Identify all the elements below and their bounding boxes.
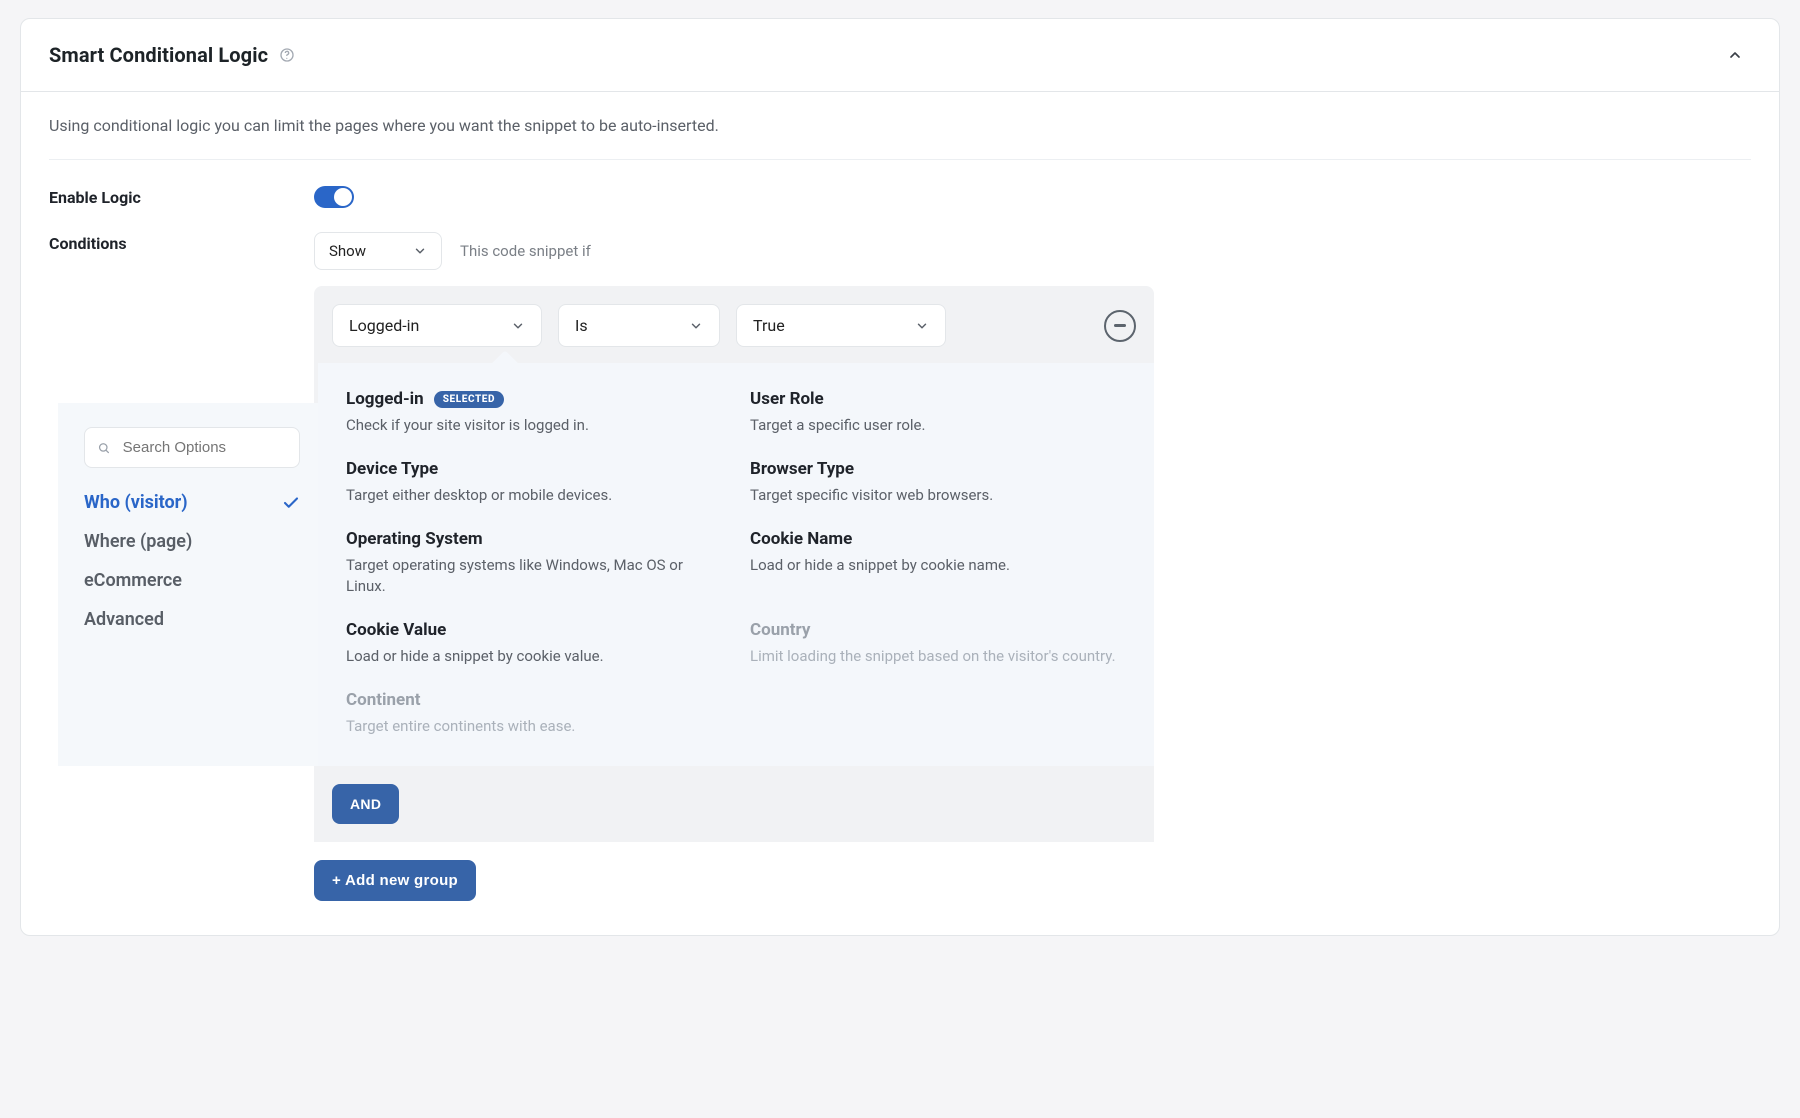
search-input[interactable] [121,438,287,457]
sidebar-tab-label: Where (page) [84,531,192,552]
collapse-button[interactable] [1719,39,1751,71]
add-group-button[interactable]: + Add new group [314,860,476,901]
option-user-role[interactable]: User Role Target a specific user role. [750,389,1126,437]
smart-conditional-logic-card: Smart Conditional Logic Using conditiona… [20,18,1780,936]
field-select[interactable]: Logged-in [332,304,542,347]
sidebar-tab-label: Who (visitor) [84,492,188,513]
search-input-wrap[interactable] [84,427,300,468]
selected-badge: SELECTED [434,391,504,408]
sidebar-tab-ecommerce[interactable]: eCommerce [84,570,300,591]
card-header: Smart Conditional Logic [21,19,1779,92]
option-title: Browser Type [750,459,854,479]
sidebar-tab-who[interactable]: Who (visitor) [84,492,300,513]
operator-select[interactable]: Is [558,304,720,347]
option-cookie-name[interactable]: Cookie Name Load or hide a snippet by coo… [750,529,1126,599]
condition-group: Logged-in Is True [314,286,1154,842]
conditions-sentence: This code snippet if [460,242,591,260]
mode-select[interactable]: Show [314,232,442,270]
chevron-down-icon [413,244,427,258]
option-continent: Continent Target entire continents with e… [346,690,722,738]
option-cookie-value[interactable]: Cookie Value Load or hide a snippet by co… [346,620,722,668]
option-title: Operating System [346,529,483,549]
value-select-value: True [753,316,785,335]
option-desc: Load or hide a snippet by cookie name. [750,555,1126,577]
operator-select-value: Is [575,316,588,335]
enable-logic-label: Enable Logic [49,186,284,207]
option-title: Cookie Name [750,529,852,549]
chevron-down-icon [511,319,525,333]
option-desc: Target either desktop or mobile devices. [346,485,722,507]
option-logged-in[interactable]: Logged-in SELECTED Check if your site visi… [346,389,722,437]
minus-icon [1114,324,1126,327]
option-title: Cookie Value [346,620,446,640]
option-desc: Target specific visitor web browsers. [750,485,1126,507]
enable-logic-toggle[interactable] [314,186,354,208]
option-desc: Target entire continents with ease. [346,716,722,738]
option-desc: Limit loading the snippet based on the v… [750,646,1126,668]
option-desc: Check if your site visitor is logged in. [346,415,722,437]
sidebar-tab-where[interactable]: Where (page) [84,531,300,552]
conditions-label: Conditions [49,232,284,253]
and-button[interactable]: AND [332,784,399,824]
sidebar-tab-advanced[interactable]: Advanced [84,609,300,630]
option-title: Device Type [346,459,438,479]
options-sidebar: Who (visitor) Where (page) eCommerce Advanc… [58,403,318,766]
option-title: Country [750,620,810,640]
remove-condition-button[interactable] [1104,310,1136,342]
option-device-type[interactable]: Device Type Target either desktop or mobi… [346,459,722,507]
option-title: Logged-in [346,389,424,409]
chevron-down-icon [689,319,703,333]
sidebar-tab-label: Advanced [84,609,164,630]
sidebar-tab-label: eCommerce [84,570,182,591]
option-country: Country Limit loading the snippet based o… [750,620,1126,668]
option-browser-type[interactable]: Browser Type Target specific visitor web … [750,459,1126,507]
help-icon[interactable] [278,46,296,64]
options-panel: Logged-in SELECTED Check if your site visi… [318,363,1154,766]
option-desc: Target a specific user role. [750,415,1126,437]
mode-select-value: Show [329,242,366,260]
option-desc: Load or hide a snippet by cookie value. [346,646,722,668]
chevron-down-icon [915,319,929,333]
search-icon [97,440,111,456]
check-icon [282,494,300,512]
option-desc: Target operating systems like Windows, M… [346,555,722,599]
option-title: Continent [346,690,421,710]
page-title: Smart Conditional Logic [49,43,268,67]
option-title: User Role [750,389,824,409]
value-select[interactable]: True [736,304,946,347]
field-select-value: Logged-in [349,316,419,335]
option-operating-system[interactable]: Operating System Target operating systems… [346,529,722,599]
description: Using conditional logic you can limit th… [49,116,1751,160]
